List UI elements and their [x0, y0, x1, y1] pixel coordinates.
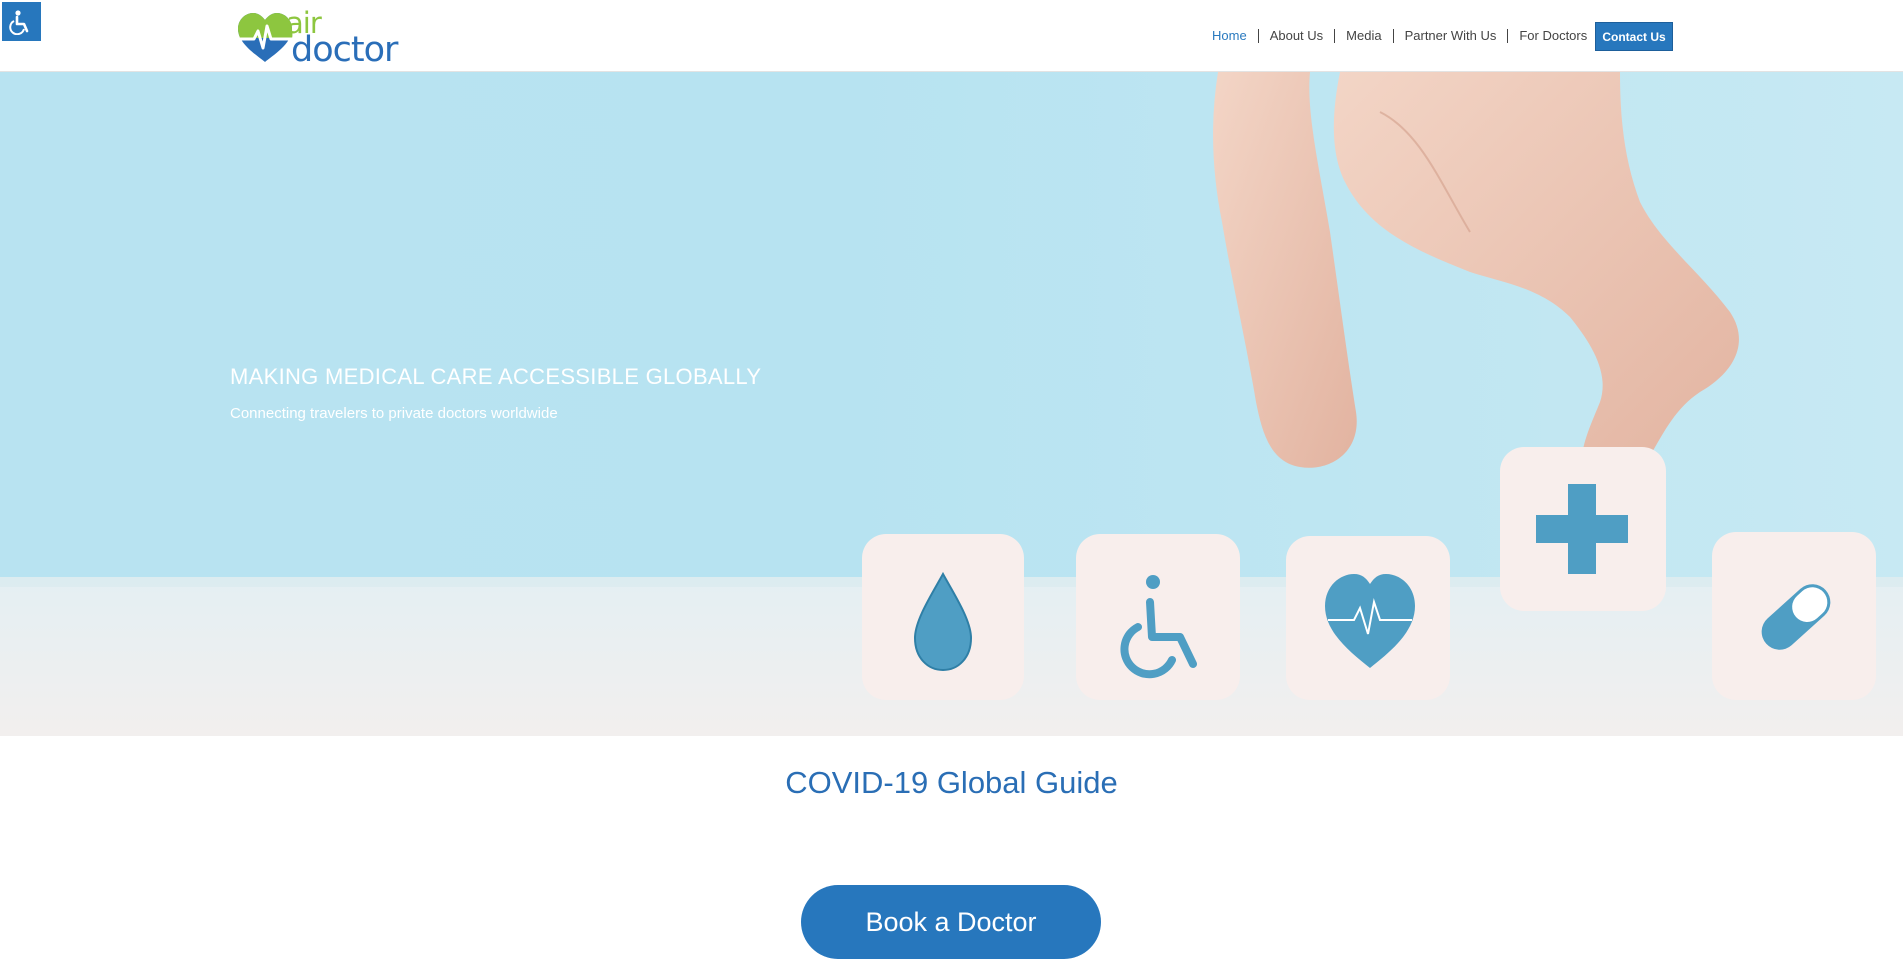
hero-subtitle: Connecting travelers to private doctors … — [230, 405, 558, 422]
book-a-doctor-button[interactable]: Book a Doctor — [801, 885, 1101, 959]
main-nav: Home About Us Media Partner With Us For … — [1201, 22, 1598, 50]
hero-image — [0, 72, 1903, 736]
hero-title: MAKING MEDICAL CARE ACCESSIBLE GLOBALLY — [230, 364, 762, 389]
covid-guide-link[interactable]: COVID-19 Global Guide — [0, 765, 1903, 801]
nav-about-us[interactable]: About Us — [1259, 29, 1336, 43]
site-header: air doctor Home About Us Media Partner W… — [0, 0, 1903, 72]
logo-word-doctor: doctor — [291, 30, 398, 70]
accessibility-button[interactable] — [2, 2, 41, 41]
nav-partner-with-us[interactable]: Partner With Us — [1394, 29, 1509, 43]
nav-for-doctors[interactable]: For Doctors — [1508, 29, 1598, 43]
hero-banner: MAKING MEDICAL CARE ACCESSIBLE GLOBALLY … — [0, 72, 1903, 736]
nav-media[interactable]: Media — [1335, 29, 1394, 43]
wheelchair-icon — [8, 9, 28, 35]
air-doctor-logo[interactable]: air doctor — [236, 6, 416, 70]
nav-home[interactable]: Home — [1201, 29, 1259, 43]
contact-us-button[interactable]: Contact Us — [1595, 22, 1673, 51]
